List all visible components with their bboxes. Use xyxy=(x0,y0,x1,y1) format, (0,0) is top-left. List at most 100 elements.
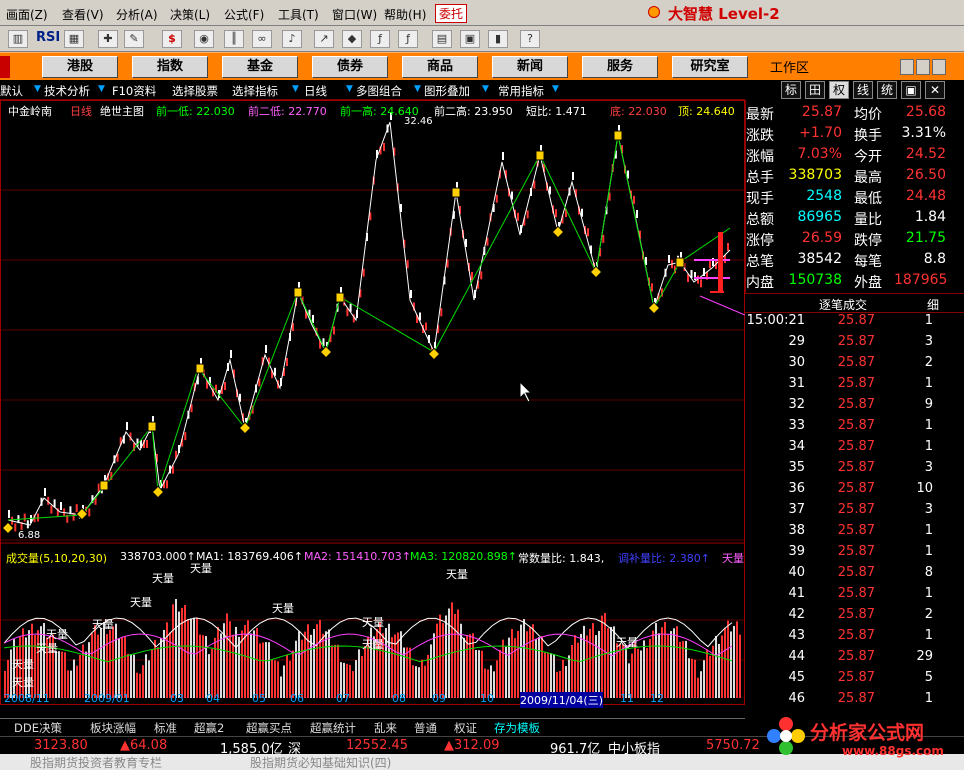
volume-bar xyxy=(532,624,534,698)
volume-bar xyxy=(181,607,183,698)
tab-stats[interactable]: 统 xyxy=(877,81,897,99)
section-hk[interactable]: 港股 xyxy=(42,56,118,78)
bottom-tab[interactable]: 板块涨幅 xyxy=(90,720,136,736)
left-arrow-icon[interactable] xyxy=(900,59,914,75)
tab-close-icon[interactable]: ✕ xyxy=(925,81,945,99)
bottom-tab[interactable]: 超赢2 xyxy=(194,720,224,736)
candle xyxy=(587,228,589,237)
kline-icon[interactable]: ▥ xyxy=(8,30,28,48)
table-icon[interactable]: ▦ xyxy=(64,30,84,48)
tab-line[interactable]: 线 xyxy=(853,81,873,99)
func-overlay[interactable]: 图形叠加 xyxy=(424,83,470,99)
kline-chart[interactable]: 中金岭南 日线 绝世主图 前一低: 22.030 前二低: 22.770 前一高… xyxy=(0,100,745,708)
x-axis-label: 06 xyxy=(290,692,304,705)
calc-icon[interactable]: ▣ xyxy=(460,30,480,48)
tab-rights[interactable]: 权 xyxy=(829,81,849,99)
right-arrow-icon[interactable] xyxy=(916,59,930,75)
candle xyxy=(88,508,91,517)
bottom-tab[interactable]: 乱来 xyxy=(374,720,397,736)
func-select-stock[interactable]: 选择股票 xyxy=(172,83,218,99)
func-select-index[interactable]: 选择指标 xyxy=(232,83,278,99)
workarea-label[interactable]: 工作区 xyxy=(770,57,809,76)
diamond-icon[interactable]: ◆ xyxy=(342,30,362,48)
alarm-icon[interactable]: ♪ xyxy=(282,30,302,48)
section-fund[interactable]: 基金 xyxy=(222,56,298,78)
candle xyxy=(265,345,267,353)
section-bond[interactable]: 债券 xyxy=(312,56,388,78)
bottom-tab[interactable]: 超赢买点 xyxy=(246,720,292,736)
bottom-tab[interactable]: 权证 xyxy=(454,720,477,736)
candle xyxy=(502,152,504,160)
notepad-icon[interactable]: ▤ xyxy=(432,30,452,48)
quote-value: 338703 xyxy=(788,167,842,183)
menu-view[interactable]: 画面(Z) xyxy=(6,6,48,23)
section-service[interactable]: 服务 xyxy=(582,56,658,78)
quote-row: 现手 2548 最低 24.48 xyxy=(746,188,964,209)
volume-bar xyxy=(697,677,699,698)
x-axis-label: 11 xyxy=(620,692,634,705)
close-icon[interactable] xyxy=(932,59,946,75)
tab-restore-icon[interactable]: ▣ xyxy=(901,81,921,99)
func-default[interactable]: 默认 xyxy=(0,83,23,99)
dropdown-icon[interactable]: ▼ xyxy=(346,84,354,94)
func-daily[interactable]: 日线 xyxy=(304,83,327,99)
cross-icon[interactable]: ✚ xyxy=(98,30,118,48)
binocular-icon[interactable]: ∞ xyxy=(252,30,272,48)
section-research[interactable]: 研究室 xyxy=(672,56,748,78)
candle xyxy=(495,194,498,203)
dropdown-icon[interactable]: ▼ xyxy=(292,84,300,94)
x-axis-label: 08 xyxy=(392,692,406,705)
bottom-tab[interactable]: 标准 xyxy=(154,720,177,736)
tab-grid[interactable]: 田 xyxy=(805,81,825,99)
bottom-tab[interactable]: 存为模板 xyxy=(494,720,540,736)
rsi-button[interactable]: RSI xyxy=(36,30,60,45)
section-index[interactable]: 指数 xyxy=(132,56,208,78)
weituo-button[interactable]: 委托 xyxy=(435,4,468,23)
volume-bar xyxy=(166,622,168,698)
bottom-tab[interactable]: DDE决策 xyxy=(14,720,62,736)
bottom-tab[interactable]: 超赢统计 xyxy=(310,720,356,736)
func-tech[interactable]: 技术分析 xyxy=(44,83,90,99)
menu-decision[interactable]: 决策(L) xyxy=(170,6,210,23)
dropdown-icon[interactable]: ▼ xyxy=(98,84,106,94)
section-news[interactable]: 新闻 xyxy=(492,56,568,78)
menu-formula[interactable]: 公式(F) xyxy=(224,6,264,23)
dropdown-icon[interactable]: ▼ xyxy=(34,84,42,94)
section-commodity[interactable]: 商品 xyxy=(402,56,478,78)
tick-price: 25.87 xyxy=(837,460,875,475)
bottom-tab[interactable]: 普通 xyxy=(414,720,437,736)
menu-help[interactable]: 帮助(H) xyxy=(384,6,426,23)
func-multi[interactable]: 多图组合 xyxy=(356,83,402,99)
tick-price: 25.87 xyxy=(837,418,875,433)
volume-bar xyxy=(418,667,420,698)
ticks-detail[interactable]: 细 xyxy=(927,296,939,313)
menu-tools[interactable]: 工具(T) xyxy=(278,6,319,23)
candle xyxy=(333,326,335,335)
news-item-1[interactable]: 股指期货投资者教育专栏 xyxy=(30,754,162,770)
quote-value: 26.50 xyxy=(905,167,946,183)
func-common[interactable]: 常用指标 xyxy=(498,83,544,99)
books-icon[interactable]: ▮ xyxy=(488,30,508,48)
bars-icon[interactable]: ║ xyxy=(224,30,244,48)
help-icon[interactable]: ? xyxy=(520,30,540,48)
tick-time: 45 xyxy=(788,670,805,685)
news-item-2[interactable]: 股指期货必知基础知识(四) xyxy=(250,754,391,770)
menu-look[interactable]: 查看(V) xyxy=(62,6,104,23)
menu-window[interactable]: 窗口(W) xyxy=(332,6,377,23)
dropdown-icon[interactable]: ▼ xyxy=(552,84,560,94)
dropdown-icon[interactable]: ▼ xyxy=(482,84,490,94)
tick-time: 30 xyxy=(788,355,805,370)
f-red-icon[interactable]: ƒ xyxy=(370,30,390,48)
dollar-icon[interactable]: $ xyxy=(162,30,182,48)
dropdown-icon[interactable]: ▼ xyxy=(414,84,422,94)
volume-bar xyxy=(301,639,303,698)
tab-mark[interactable]: 标 xyxy=(781,81,801,99)
ruler-icon[interactable]: ✎ xyxy=(124,30,144,48)
f-blue-icon[interactable]: ƒ xyxy=(398,30,418,48)
func-f10[interactable]: F10资料 xyxy=(112,83,156,99)
candle xyxy=(709,260,711,269)
menu-analysis[interactable]: 分析(A) xyxy=(116,6,158,23)
signal-icon[interactable]: ◉ xyxy=(194,30,214,48)
candle xyxy=(362,268,365,277)
chart-up-icon[interactable]: ↗ xyxy=(314,30,334,48)
